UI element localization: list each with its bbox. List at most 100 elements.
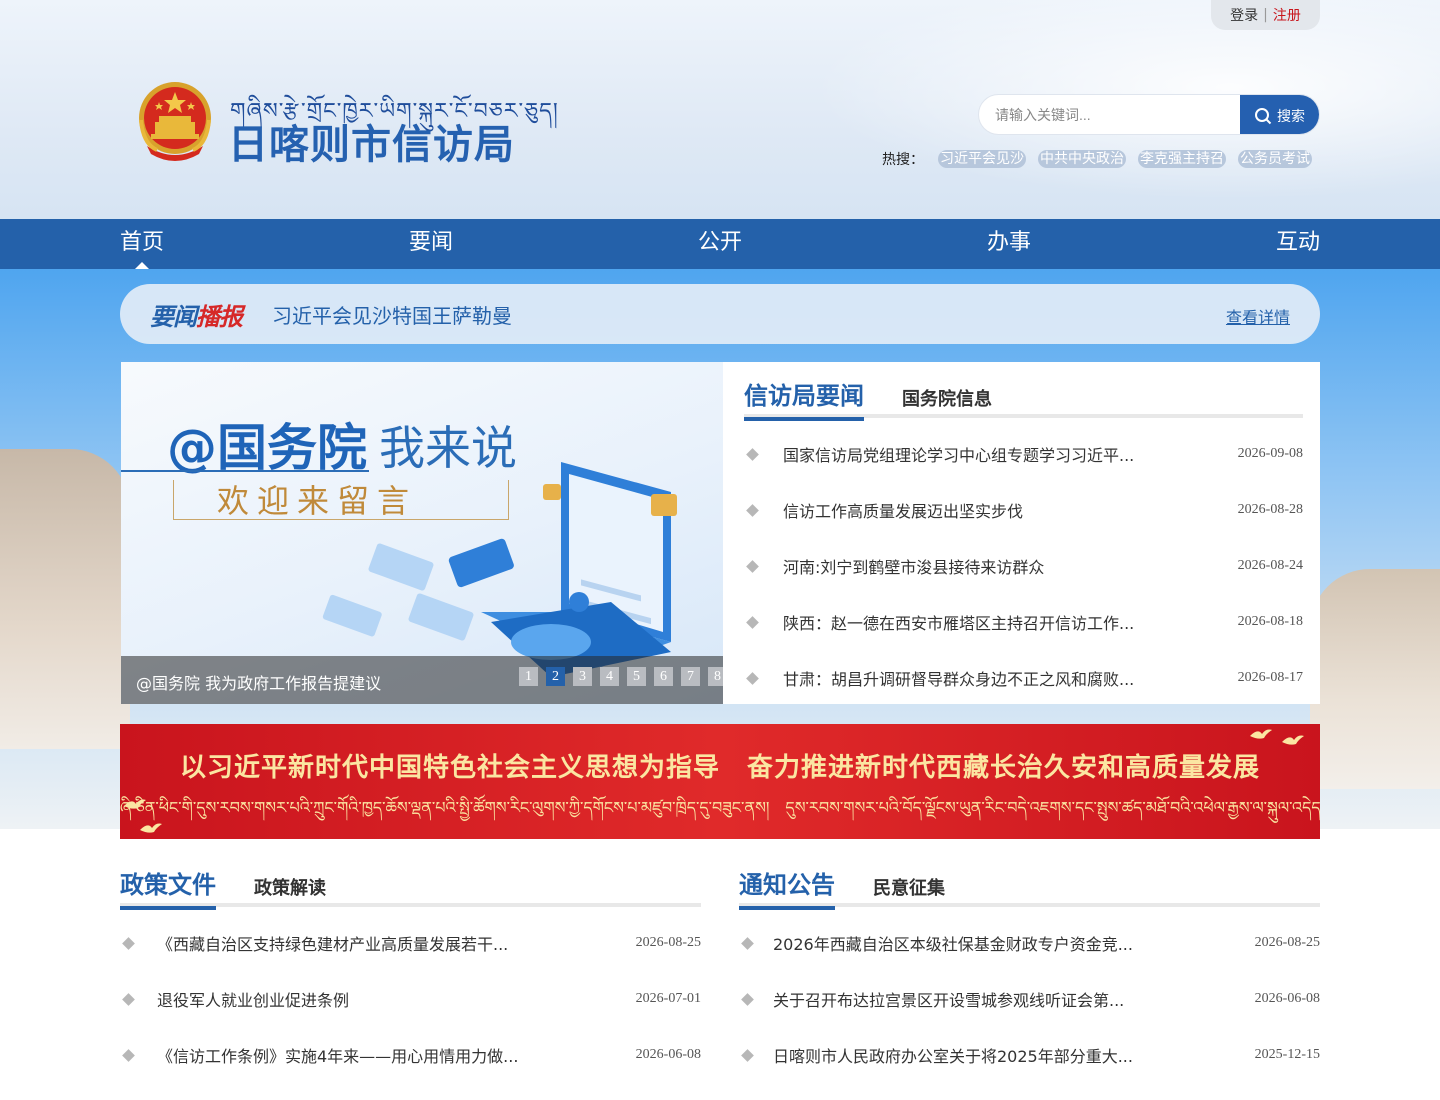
policy-title[interactable]: 退役军人就业创业促进条例 bbox=[157, 987, 349, 1011]
notice-list: 2026年西藏自治区本级社保基金财政专户资金竞... 2026-08-25 关于… bbox=[741, 915, 1320, 1083]
news-broadcast-badge: 要闻播报 bbox=[150, 297, 243, 332]
news-date: 2026-08-24 bbox=[1237, 558, 1303, 573]
news-title[interactable]: 陕西：赵一德在西安市雁塔区主持召开信访工作... bbox=[783, 610, 1134, 634]
policy-list: 《西藏自治区支持绿色建材产业高质量发展若干... 2026-08-25 退役军人… bbox=[122, 915, 701, 1083]
main-nav: 首页 要闻 公开 办事 互动 bbox=[0, 219, 1440, 269]
tab-notices[interactable]: 通知公告 bbox=[739, 865, 835, 910]
carousel-page-button[interactable]: 2 bbox=[546, 667, 565, 686]
list-item[interactable]: 关于召开布达拉宫景区开设雪城参观线听证会第... 2026-06-08 bbox=[741, 971, 1320, 1027]
bullet-diamond-icon bbox=[746, 559, 759, 573]
nav-item-news[interactable]: 要闻 bbox=[409, 219, 453, 269]
site-title[interactable]: 日喀则市信访局 bbox=[228, 112, 515, 170]
policy-title[interactable]: 《信访工作条例》实施4年来——用心用情用力做... bbox=[157, 1043, 518, 1067]
register-link[interactable]: 注册 bbox=[1273, 5, 1301, 25]
carousel-page-button[interactable]: 1 bbox=[519, 667, 538, 686]
bullet-diamond-icon bbox=[746, 503, 759, 517]
tab-public-opinion[interactable]: 民意征集 bbox=[873, 874, 945, 910]
nav-item-home[interactable]: 首页 bbox=[120, 219, 164, 269]
hot-search-label: 热搜： bbox=[882, 152, 924, 168]
search-button[interactable]: 搜索 bbox=[1240, 95, 1319, 134]
hot-search-row: 热搜： 习近平会见沙 中共中央政治 李克强主持召 公务员考试 bbox=[882, 148, 1312, 170]
national-emblem-icon[interactable] bbox=[135, 80, 215, 162]
dove-icon bbox=[1282, 735, 1304, 745]
list-item[interactable]: 《西藏自治区支持绿色建材产业高质量发展若干... 2026-08-25 bbox=[122, 915, 701, 971]
carousel-page-button[interactable]: 8 bbox=[708, 667, 723, 686]
search-icon bbox=[1255, 107, 1272, 124]
search-input[interactable] bbox=[979, 95, 1240, 134]
nav-item-services[interactable]: 办事 bbox=[987, 219, 1031, 269]
bullet-diamond-icon bbox=[122, 1048, 135, 1062]
carousel-page-button[interactable]: 5 bbox=[627, 667, 646, 686]
list-item[interactable]: 国家信访局党组理论学习中心组专题学习习近平... 2026-09-08 bbox=[746, 426, 1303, 482]
news-list: 国家信访局党组理论学习中心组专题学习习近平... 2026-09-08 信访工作… bbox=[746, 426, 1303, 706]
search-box: 搜索 bbox=[978, 94, 1320, 135]
hot-search-tag[interactable]: 公务员考试 bbox=[1238, 150, 1312, 168]
hot-search-tag[interactable]: 李克强主持召 bbox=[1138, 150, 1226, 168]
notice-title[interactable]: 2026年西藏自治区本级社保基金财政专户资金竞... bbox=[773, 931, 1133, 955]
tab-state-council-info[interactable]: 国务院信息 bbox=[902, 385, 992, 421]
bullet-diamond-icon bbox=[746, 615, 759, 629]
news-date: 2026-08-18 bbox=[1237, 614, 1303, 629]
bullet-diamond-icon bbox=[122, 992, 135, 1006]
hot-search-tag[interactable]: 习近平会见沙 bbox=[938, 150, 1026, 168]
slogan-banner[interactable]: 以习近平新时代中国特色社会主义思想为指导 奋力推进新时代西藏长治久安和高质量发展… bbox=[120, 724, 1320, 839]
tab-bureau-news[interactable]: 信访局要闻 bbox=[744, 376, 864, 421]
notice-title[interactable]: 关于召开布达拉宫景区开设雪城参观线听证会第... bbox=[773, 987, 1124, 1011]
list-item[interactable]: 陕西：赵一德在西安市雁塔区主持召开信访工作... 2026-08-18 bbox=[746, 594, 1303, 650]
policy-date: 2026-08-25 bbox=[635, 935, 701, 950]
account-links: 登录 | 注册 bbox=[1211, 0, 1320, 30]
carousel-caption[interactable]: @国务院 我为政府工作报告提建议 bbox=[136, 670, 381, 694]
carousel-page-button[interactable]: 7 bbox=[681, 667, 700, 686]
list-item[interactable]: 甘肃：胡昌升调研督导群众身边不正之风和腐败... 2026-08-17 bbox=[746, 650, 1303, 706]
list-item[interactable]: 信访工作高质量发展迈出坚实步伐 2026-08-28 bbox=[746, 482, 1303, 538]
bullet-diamond-icon bbox=[746, 671, 759, 685]
carousel-page-button[interactable]: 3 bbox=[573, 667, 592, 686]
view-details-link[interactable]: 查看详情 bbox=[1226, 304, 1290, 328]
ticker-headline[interactable]: 习近平会见沙特国王萨勒曼 bbox=[272, 300, 512, 329]
notice-tabs: 通知公告 民意征集 bbox=[739, 865, 945, 910]
tab-policy-interpretation[interactable]: 政策解读 bbox=[254, 874, 326, 910]
bullet-diamond-icon bbox=[746, 447, 759, 461]
dove-icon bbox=[1250, 729, 1272, 739]
bureau-news-panel: 信访局要闻 国务院信息 国家信访局党组理论学习中心组专题学习习近平... 202… bbox=[723, 362, 1320, 704]
policy-tabs: 政策文件 政策解读 bbox=[120, 865, 326, 910]
link-separator: | bbox=[1263, 7, 1268, 23]
list-item[interactable]: 《信访工作条例》实施4年来——用心用情用力做... 2026-06-08 bbox=[122, 1027, 701, 1083]
banner-slogan-tibetan: ཞི་ཅིན་ཕིང་གི་དུས་རབས་གསར་པའི་ཀྲུང་གོའི་… bbox=[120, 798, 1320, 817]
bullet-diamond-icon bbox=[741, 992, 754, 1006]
search-button-label: 搜索 bbox=[1277, 108, 1305, 125]
news-title[interactable]: 信访工作高质量发展迈出坚实步伐 bbox=[783, 498, 1023, 522]
carousel-caption-bar: @国务院 我为政府工作报告提建议 1 2 3 4 5 6 7 8 bbox=[121, 656, 723, 704]
news-title[interactable]: 河南:刘宁到鹤壁市浚县接待来访群众 bbox=[783, 554, 1044, 578]
bullet-diamond-icon bbox=[741, 936, 754, 950]
news-date: 2026-08-17 bbox=[1237, 670, 1303, 685]
policy-date: 2026-06-08 bbox=[635, 1047, 701, 1062]
palace-right-decoration bbox=[1310, 569, 1440, 789]
list-item[interactable]: 河南:刘宁到鹤壁市浚县接待来访群众 2026-08-24 bbox=[746, 538, 1303, 594]
news-title[interactable]: 甘肃：胡昌升调研督导群众身边不正之风和腐败... bbox=[783, 666, 1134, 690]
notice-date: 2026-08-25 bbox=[1254, 935, 1320, 950]
banner-slogan-chinese: 以习近平新时代中国特色社会主义思想为指导 奋力推进新时代西藏长治久安和高质量发展 bbox=[179, 753, 1260, 783]
notice-date: 2025-12-15 bbox=[1254, 1047, 1320, 1062]
nav-item-interaction[interactable]: 互动 bbox=[1276, 219, 1320, 269]
news-date: 2026-08-28 bbox=[1237, 502, 1303, 517]
news-title[interactable]: 国家信访局党组理论学习中心组专题学习习近平... bbox=[783, 442, 1134, 466]
carousel-page-button[interactable]: 6 bbox=[654, 667, 673, 686]
badge-part-news: 要闻 bbox=[150, 302, 197, 331]
notice-date: 2026-06-08 bbox=[1254, 991, 1320, 1006]
tab-policy-documents[interactable]: 政策文件 bbox=[120, 865, 216, 910]
login-link[interactable]: 登录 bbox=[1230, 5, 1258, 25]
list-item[interactable]: 日喀则市人民政府办公室关于将2025年部分重大... 2025-12-15 bbox=[741, 1027, 1320, 1083]
notice-title[interactable]: 日喀则市人民政府办公室关于将2025年部分重大... bbox=[773, 1043, 1133, 1067]
policy-date: 2026-07-01 bbox=[635, 991, 701, 1006]
bullet-diamond-icon bbox=[741, 1048, 754, 1062]
carousel-page-button[interactable]: 4 bbox=[600, 667, 619, 686]
hot-search-tag[interactable]: 中共中央政治 bbox=[1038, 150, 1126, 168]
list-item[interactable]: 2026年西藏自治区本级社保基金财政专户资金竞... 2026-08-25 bbox=[741, 915, 1320, 971]
image-carousel[interactable]: @国务院 我来说 欢迎来留言 @国务院 我为政府工作报告提建议 1 2 3 4 … bbox=[121, 362, 723, 704]
nav-item-public[interactable]: 公开 bbox=[698, 219, 742, 269]
list-item[interactable]: 退役军人就业创业促进条例 2026-07-01 bbox=[122, 971, 701, 1027]
carousel-pagination: 1 2 3 4 5 6 7 8 bbox=[519, 667, 723, 686]
palace-left-decoration bbox=[0, 449, 130, 749]
policy-title[interactable]: 《西藏自治区支持绿色建材产业高质量发展若干... bbox=[157, 931, 508, 955]
